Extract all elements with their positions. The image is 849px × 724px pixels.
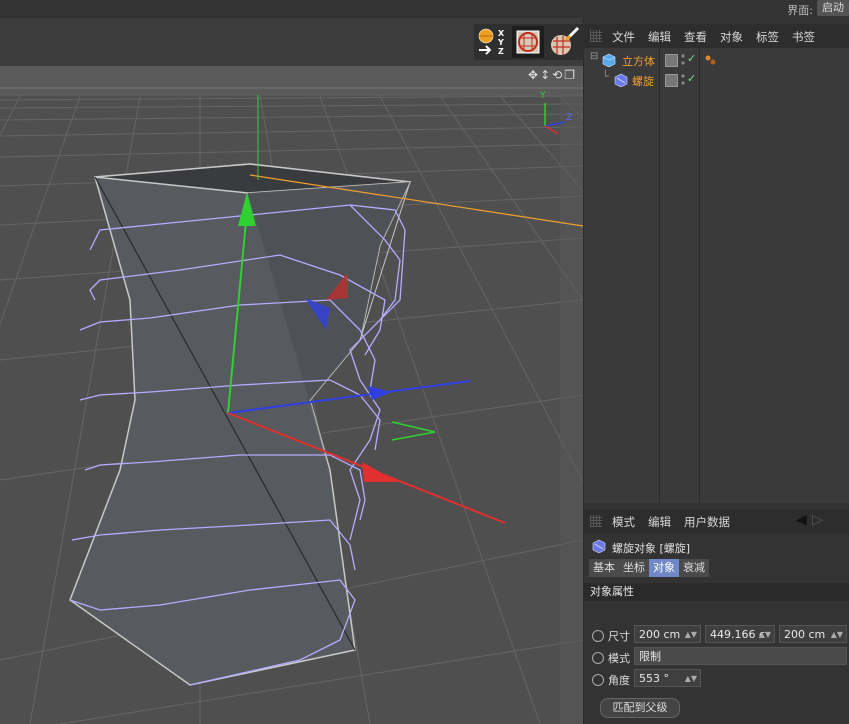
object-row-cube[interactable]: ⊟ 立方体 ✓ <box>584 51 849 70</box>
spinner-icon[interactable]: ▲▼ <box>831 626 843 642</box>
size-y-field[interactable]: 449.166 c ▲▼ <box>705 625 775 643</box>
angle-value: 553 ° <box>639 672 669 685</box>
visibility-dots-icon[interactable] <box>680 73 686 87</box>
tab-object[interactable]: 对象 <box>649 559 679 577</box>
scene-render <box>0 66 583 724</box>
menu-mode[interactable]: 模式 <box>612 514 635 530</box>
twist-deformer-icon <box>592 539 606 553</box>
tab-basic[interactable]: 基本 <box>589 559 619 577</box>
mode-label: 模式 <box>608 652 630 665</box>
right-panel: 文件 编辑 查看 对象 标签 书签 ⊟ 立方体 ✓ └ 螺旋 ✓ 模式 编辑 用… <box>584 18 849 724</box>
angle-field[interactable]: 553 ° ▲▼ <box>634 669 701 687</box>
column-divider <box>659 48 660 508</box>
forward-arrow-icon[interactable]: ▷ <box>812 512 823 528</box>
rotate-view-icon[interactable]: ⟲ <box>552 68 564 82</box>
twist-deformer-icon <box>614 73 628 87</box>
3d-viewport[interactable]: Y Z ✥↕⟲❐ <box>0 66 583 724</box>
layout-dropdown[interactable]: 启动 <box>817 0 849 16</box>
layer-flag-icon[interactable] <box>665 74 678 87</box>
attribute-menubar: 模式 编辑 用户数据 ◀ ▷ <box>584 509 849 533</box>
menu-file[interactable]: 文件 <box>612 29 635 45</box>
top-bar <box>0 0 849 18</box>
object-name-cube[interactable]: 立方体 <box>622 53 655 69</box>
grip-icon[interactable] <box>590 30 602 42</box>
tag-dots-icon[interactable] <box>704 53 718 67</box>
tab-falloff[interactable]: 衰减 <box>679 559 709 577</box>
section-title: 对象属性 <box>584 583 849 601</box>
cube-sphere-icon[interactable] <box>512 26 544 58</box>
menu-edit[interactable]: 编辑 <box>648 514 671 530</box>
xyz-transform-icon[interactable]: X Y Z <box>476 26 508 58</box>
axis-y-label: Y <box>540 91 546 101</box>
spinner-icon[interactable]: ▲▼ <box>759 626 771 642</box>
size-label: 尺寸 <box>608 630 630 643</box>
tool-palette: X Y Z <box>474 24 584 60</box>
size-radio[interactable] <box>592 630 604 642</box>
paint-mesh-icon[interactable] <box>548 26 580 58</box>
menu-view[interactable]: 查看 <box>684 29 707 45</box>
tree-expand-icon[interactable]: ⊟ <box>590 51 598 62</box>
tab-coord[interactable]: 坐标 <box>619 559 649 577</box>
match-parent-button[interactable]: 匹配到父级 <box>600 698 680 718</box>
enabled-check-icon[interactable]: ✓ <box>687 52 696 65</box>
size-z-field[interactable]: 200 cm ▲▼ <box>779 625 847 643</box>
grip-icon[interactable] <box>590 515 602 527</box>
svg-text:Z: Z <box>498 47 504 56</box>
size-x-field[interactable]: 200 cm ▲▼ <box>634 625 701 643</box>
mode-value: 限制 <box>639 650 661 663</box>
dolly-icon[interactable]: ↕ <box>540 68 552 82</box>
axis-z-label: Z <box>566 113 573 123</box>
tree-branch-icon: └ <box>602 70 609 83</box>
viewport-nav: ✥↕⟲❐ <box>528 68 577 82</box>
attribute-title: 螺旋对象 [螺旋] <box>612 542 691 555</box>
menu-tags[interactable]: 标签 <box>756 29 779 45</box>
menu-bookmarks[interactable]: 书签 <box>792 29 815 45</box>
layout-label: 界面: <box>787 4 813 17</box>
object-list[interactable]: ⊟ 立方体 ✓ └ 螺旋 ✓ <box>584 48 849 508</box>
menu-edit[interactable]: 编辑 <box>648 29 671 45</box>
angle-label: 角度 <box>608 674 630 687</box>
visibility-dots-icon[interactable] <box>680 53 686 67</box>
angle-radio[interactable] <box>592 674 604 686</box>
maximize-icon[interactable]: ❐ <box>564 68 577 82</box>
size-y-value: 449.166 c <box>710 628 766 641</box>
menu-user-data[interactable]: 用户数据 <box>684 514 730 530</box>
move-view-icon[interactable]: ✥ <box>528 68 540 82</box>
svg-text:X: X <box>498 29 505 38</box>
column-divider <box>699 48 700 508</box>
spinner-icon[interactable]: ▲▼ <box>685 626 697 642</box>
object-row-twist[interactable]: └ 螺旋 ✓ <box>584 70 849 90</box>
spinner-icon[interactable]: ▲▼ <box>685 670 697 686</box>
size-z-value: 200 cm <box>784 628 826 641</box>
size-x-value: 200 cm <box>639 628 681 641</box>
enabled-check-icon[interactable]: ✓ <box>687 72 696 85</box>
menu-objects[interactable]: 对象 <box>720 29 743 45</box>
mode-select[interactable]: 限制 <box>634 647 847 665</box>
back-arrow-icon[interactable]: ◀ <box>796 512 807 528</box>
svg-text:Y: Y <box>497 38 504 47</box>
layer-flag-icon[interactable] <box>665 54 678 67</box>
cube-icon <box>602 53 616 67</box>
object-manager-menubar: 文件 编辑 查看 对象 标签 书签 <box>584 24 849 48</box>
attribute-manager: 模式 编辑 用户数据 ◀ ▷ 螺旋对象 [螺旋] 基本 坐标 对象 衰减 对象属… <box>584 503 849 724</box>
object-name-twist[interactable]: 螺旋 <box>632 73 654 89</box>
mode-radio[interactable] <box>592 652 604 664</box>
